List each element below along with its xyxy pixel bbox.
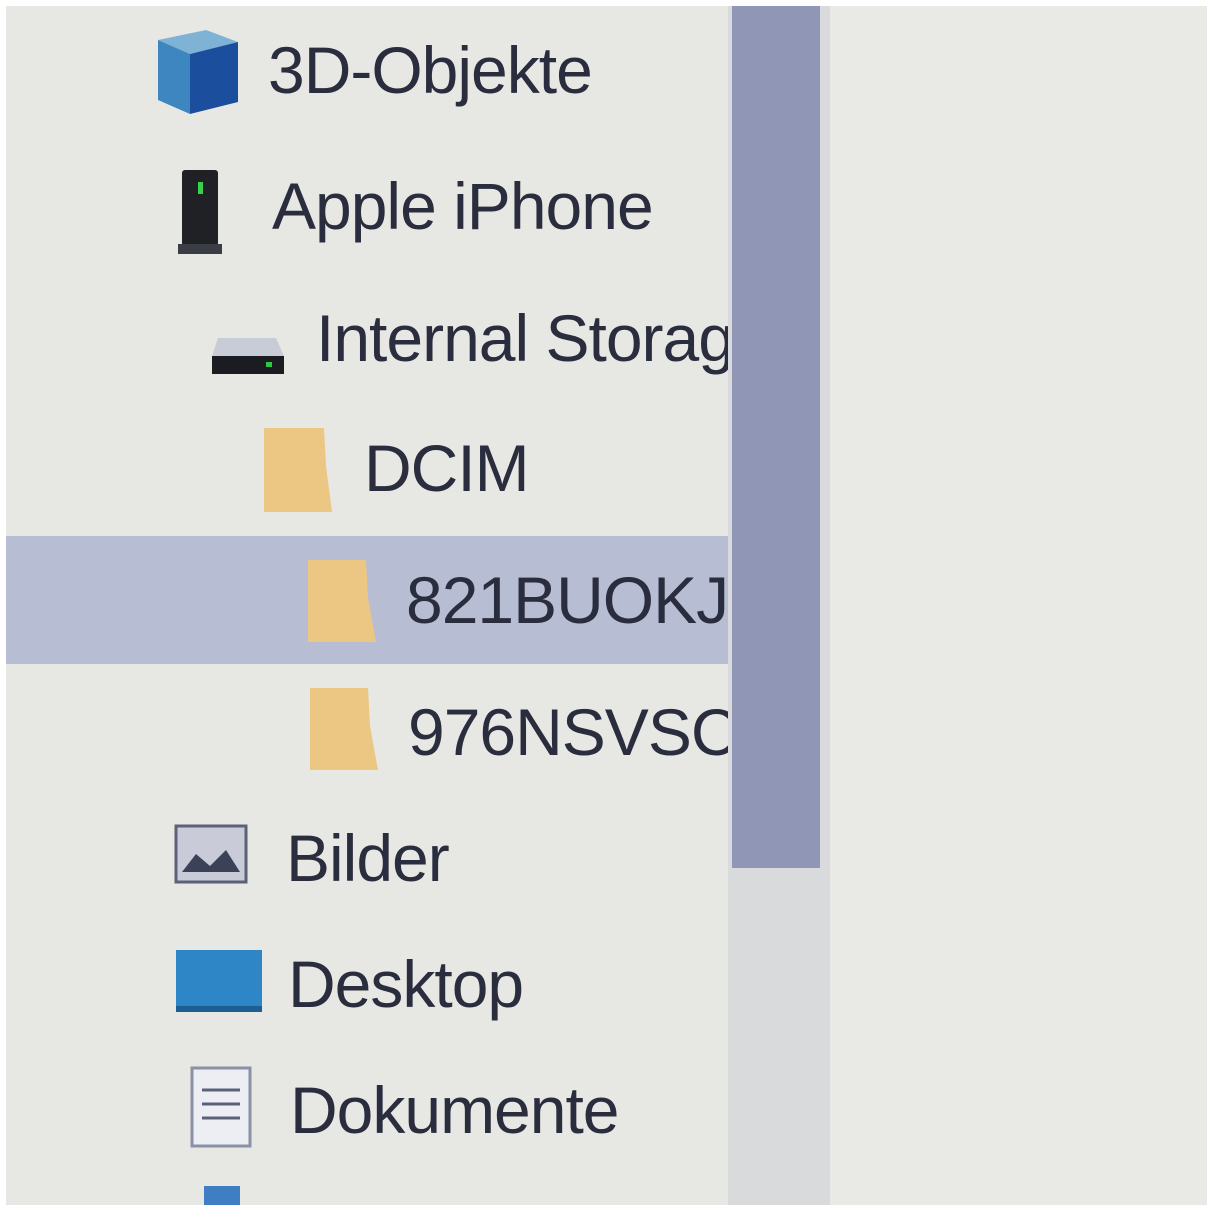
folder-icon [262,426,334,519]
phone-icon [178,170,222,261]
drive-icon [210,336,286,383]
nav-item-partial[interactable] [6,1176,728,1205]
nav-item-976nsvsc[interactable]: 976NSVSC [6,668,728,796]
nav-item-821buokj[interactable]: 821BUOKJ [6,536,728,664]
nav-item-label: 976NSVSC [408,695,728,769]
nav-item-label: Bilder [286,821,450,895]
nav-item-label: 3D-Objekte [268,33,593,107]
folder-icon [308,686,380,777]
nav-item-label: Dokumente [290,1073,620,1147]
nav-item-label: Apple iPhone [272,169,654,243]
folder-icon [306,558,378,649]
nav-item-label: 821BUOKJ [406,563,728,637]
nav-item-apple-iphone[interactable]: Apple iPhone [6,142,728,270]
nav-item-desktop[interactable]: Desktop [6,920,728,1048]
frame-border [0,0,6,1211]
nav-item-bilder[interactable]: Bilder [6,794,728,922]
pictures-icon [174,824,248,889]
desktop-icon [176,950,262,1019]
nav-item-internal-storage[interactable]: Internal Storag [6,274,728,402]
navigation-pane: 3D-Objekte Apple iPhone Internal Storag [6,6,728,1205]
nav-item-dokumente[interactable]: Dokumente [6,1046,728,1174]
nav-item-label: Desktop [288,947,524,1021]
content-pane [830,6,1207,1205]
documents-icon [190,1066,252,1153]
frame-border [0,1205,1213,1211]
nav-item-label: DCIM [364,431,530,505]
scrollbar-thumb[interactable] [732,6,820,868]
frame-border [0,0,1213,6]
cube-icon [150,26,242,123]
nav-item-3d-objekte[interactable]: 3D-Objekte [6,6,728,134]
nav-item-dcim[interactable]: DCIM [6,404,728,532]
nav-item-label: Internal Storag [316,301,728,375]
frame-border [1207,0,1213,1211]
folder-icon [204,1186,240,1205]
